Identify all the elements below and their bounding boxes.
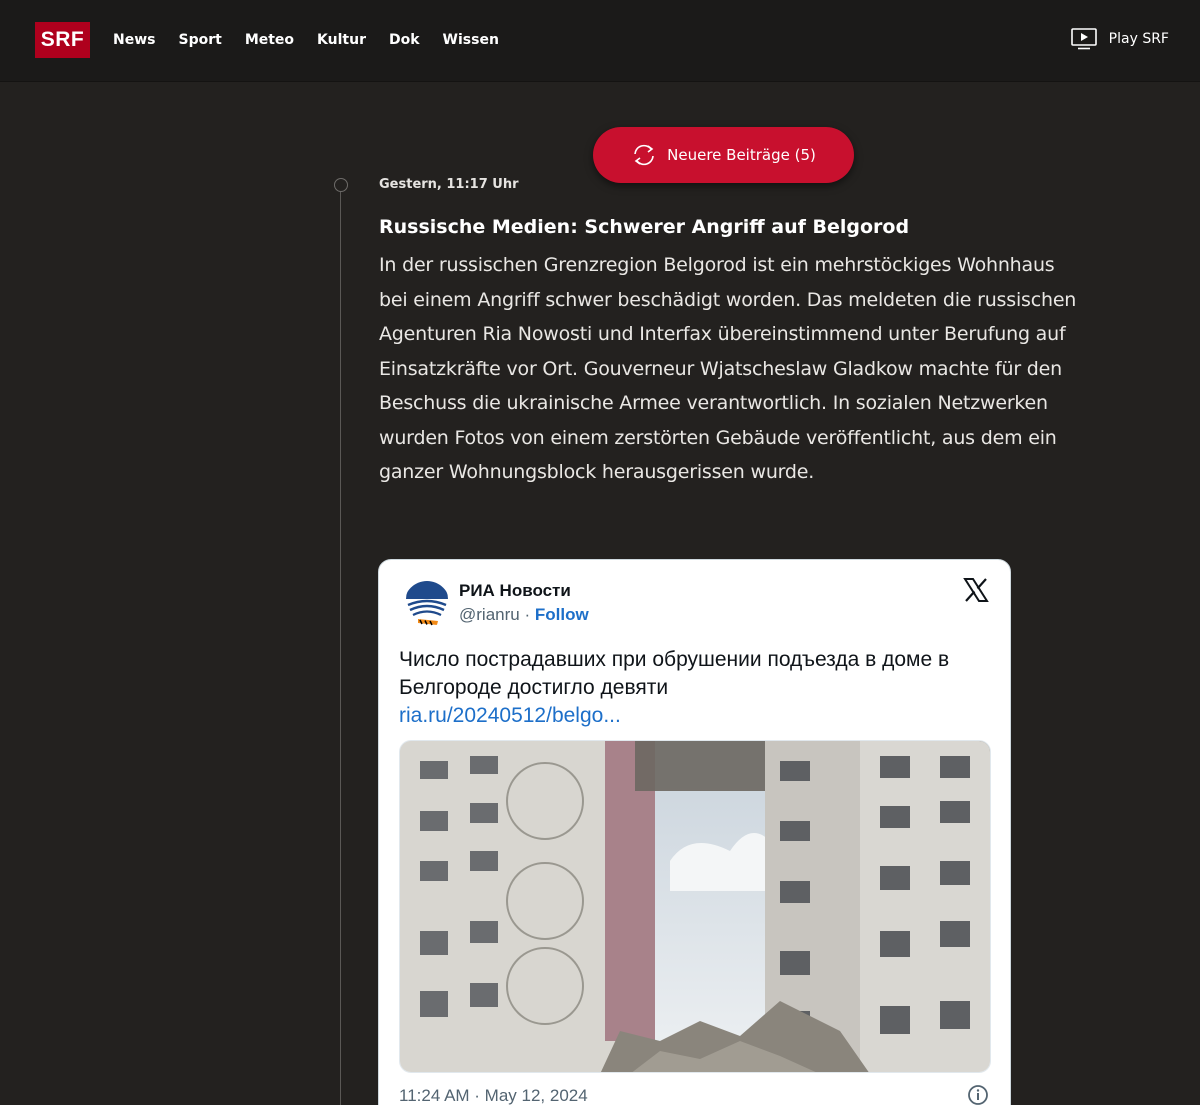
srf-logo[interactable]: SRF bbox=[35, 22, 90, 58]
nav-item-dok[interactable]: Dok bbox=[389, 29, 420, 51]
play-srf-label: Play SRF bbox=[1108, 31, 1169, 47]
tweet-account-name[interactable]: РИА Новости bbox=[459, 581, 571, 601]
top-navigation-bar: SRF News Sport Meteo Kultur Dok Wissen P… bbox=[0, 0, 1200, 82]
tv-play-icon bbox=[1070, 28, 1097, 50]
newer-posts-label: Neuere Beiträge (5) bbox=[667, 146, 816, 164]
separator-dot: · bbox=[524, 605, 531, 624]
info-icon[interactable] bbox=[967, 1084, 989, 1105]
tweet-body: Число пострадавших при обрушении подъезд… bbox=[399, 648, 950, 699]
nav-item-sport[interactable]: Sport bbox=[178, 29, 221, 51]
follow-button[interactable]: Follow bbox=[535, 605, 589, 624]
nav-item-wissen[interactable]: Wissen bbox=[443, 29, 499, 51]
nav-item-news[interactable]: News bbox=[113, 29, 155, 51]
post-title: Russische Medien: Schwerer Angriff auf B… bbox=[379, 216, 910, 238]
timeline-line bbox=[340, 192, 341, 1105]
embedded-tweet[interactable]: РИА Новости @rianru · Follow Число постр… bbox=[378, 559, 1011, 1105]
timeline-dot bbox=[334, 178, 348, 192]
nav-item-kultur[interactable]: Kultur bbox=[317, 29, 366, 51]
tweet-text: Число пострадавших при обрушении подъезд… bbox=[399, 646, 999, 730]
newer-posts-button[interactable]: Neuere Beiträge (5) bbox=[593, 127, 854, 183]
x-logo-icon[interactable] bbox=[963, 577, 989, 603]
main-nav: News Sport Meteo Kultur Dok Wissen bbox=[113, 29, 522, 51]
tweet-timestamp[interactable]: 11:24 AM · May 12, 2024 bbox=[399, 1086, 588, 1105]
ria-novosti-avatar[interactable] bbox=[404, 581, 450, 627]
play-srf-link[interactable]: Play SRF bbox=[1070, 28, 1169, 50]
nav-item-meteo[interactable]: Meteo bbox=[245, 29, 294, 51]
post-timestamp: Gestern, 11:17 Uhr bbox=[379, 177, 519, 192]
tweet-account-row: @rianru · Follow bbox=[459, 605, 589, 625]
tweet-link[interactable]: ria.ru/20240512/belgo... bbox=[399, 702, 999, 730]
tweet-handle[interactable]: @rianru bbox=[459, 605, 520, 624]
tweet-photo[interactable] bbox=[399, 740, 991, 1073]
refresh-icon bbox=[634, 144, 654, 166]
post-body: In der russischen Grenzregion Belgorod i… bbox=[379, 254, 1077, 483]
